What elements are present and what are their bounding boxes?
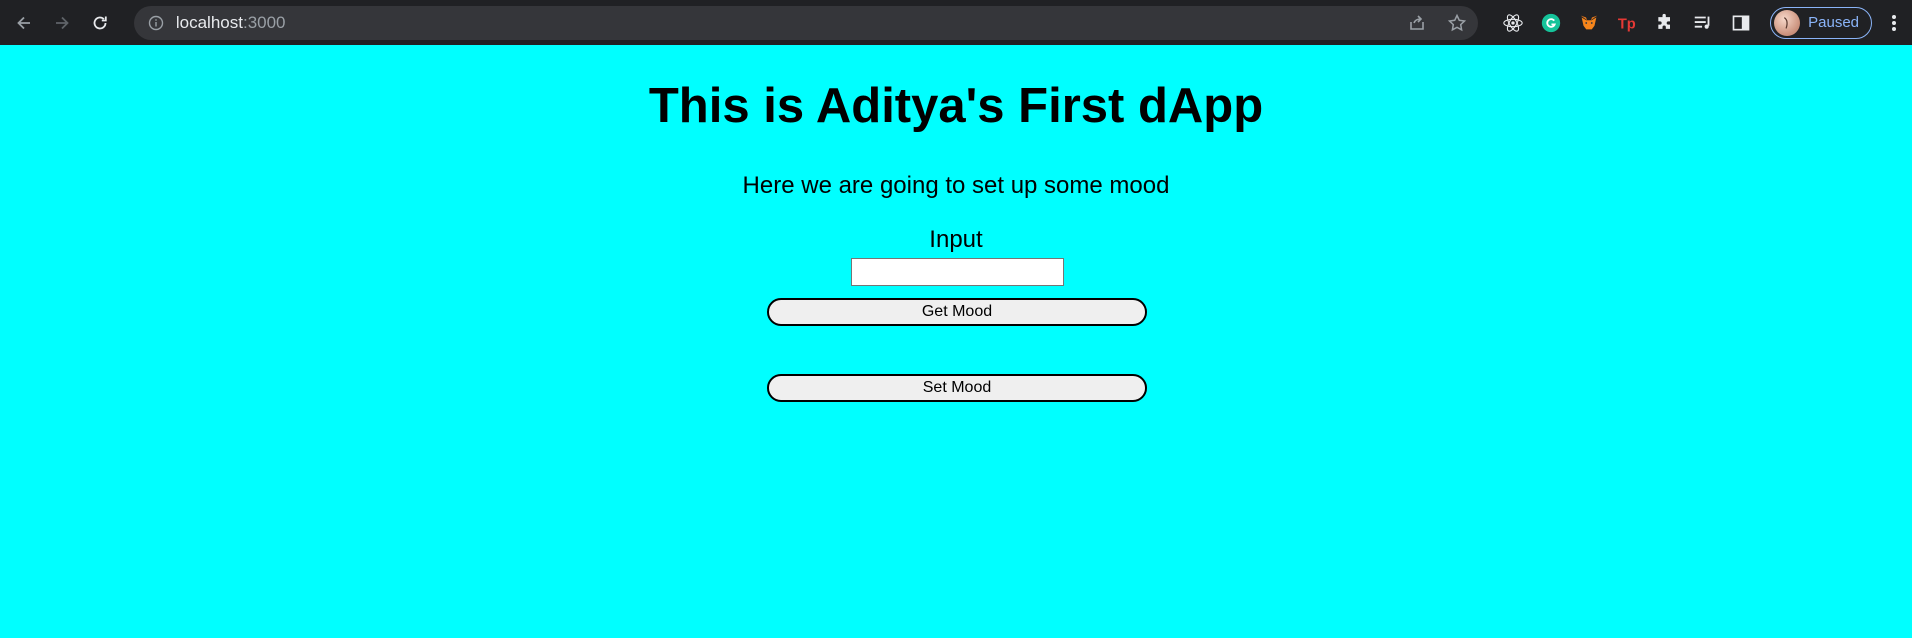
info-icon[interactable] [148, 15, 164, 31]
url-port: :3000 [242, 12, 286, 32]
input-label: Input [929, 226, 983, 253]
avatar [1774, 9, 1801, 36]
back-arrow-icon[interactable] [8, 7, 40, 39]
mood-input[interactable] [851, 258, 1064, 286]
set-mood-button[interactable]: Set Mood [767, 374, 1147, 402]
browser-toolbar: localhost:3000 Tp Paused [0, 0, 1912, 45]
puzzle-extensions-icon[interactable] [1652, 10, 1678, 36]
side-panel-icon[interactable] [1728, 10, 1754, 36]
kebab-menu-icon[interactable] [1884, 13, 1904, 33]
tp-extension-icon[interactable]: Tp [1614, 10, 1640, 36]
url-host: localhost [175, 12, 243, 32]
profile-button[interactable]: Paused [1770, 6, 1873, 39]
get-mood-button[interactable]: Get Mood [767, 298, 1147, 326]
app-page: This is Aditya's First dApp Here we are … [0, 45, 1912, 638]
metamask-icon[interactable] [1576, 10, 1602, 36]
profile-status: Paused [1808, 14, 1860, 31]
bookmark-star-icon[interactable] [1446, 12, 1468, 34]
react-devtools-icon[interactable] [1500, 10, 1526, 36]
reload-icon[interactable] [84, 7, 116, 39]
media-playlist-icon[interactable] [1690, 10, 1716, 36]
grammarly-icon[interactable] [1538, 10, 1564, 36]
page-title: This is Aditya's First dApp [648, 79, 1264, 133]
address-bar[interactable]: localhost:3000 [133, 5, 1479, 40]
forward-arrow-icon[interactable] [46, 7, 78, 39]
extensions-bar: Tp [1494, 10, 1760, 36]
svg-text:Tp: Tp [1618, 16, 1636, 32]
share-icon[interactable] [1406, 12, 1428, 34]
page-subtitle: Here we are going to set up some mood [742, 172, 1170, 199]
